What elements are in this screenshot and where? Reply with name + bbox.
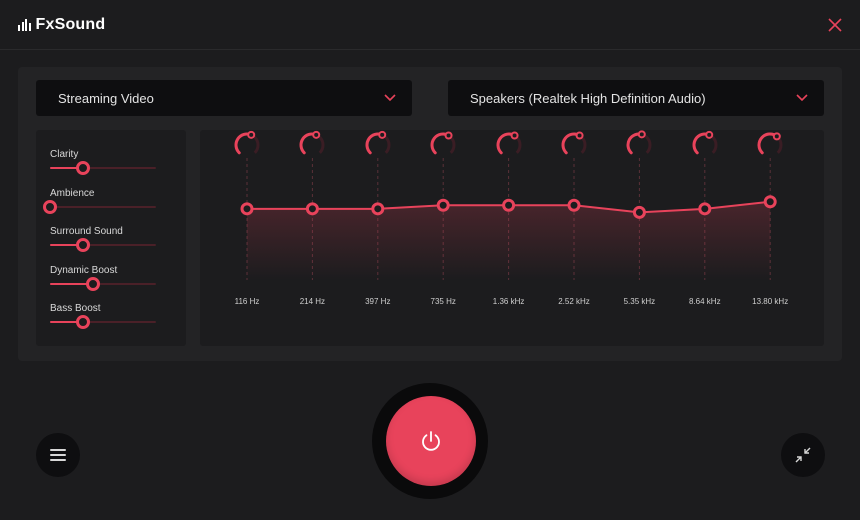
eq-gain-knob[interactable] xyxy=(363,130,393,160)
eq-gain-knob-indicator xyxy=(378,130,387,139)
eq-gain-knob[interactable] xyxy=(690,130,720,160)
effect-slider-handle[interactable] xyxy=(75,315,90,329)
eq-gain-knob[interactable] xyxy=(624,130,654,160)
effect-slider-handle[interactable] xyxy=(43,199,57,214)
chevron-down-icon xyxy=(384,94,396,102)
effect-label: Dynamic Boost xyxy=(50,264,118,276)
eq-frequency-label: 214 Hz xyxy=(299,297,326,306)
effect-slider-ambience: Ambience xyxy=(43,187,158,214)
effect-slider-bass-boost: Bass Boost xyxy=(50,303,158,329)
eq-frequency-label: 2.52 kHz xyxy=(558,297,590,306)
preset-selected-value: Streaming Video xyxy=(58,90,154,106)
eq-gain-knob[interactable] xyxy=(232,130,262,160)
eq-band-handle[interactable] xyxy=(305,202,319,216)
close-button[interactable] xyxy=(826,16,844,34)
chevron-down-icon xyxy=(796,94,808,102)
effect-slider-track[interactable] xyxy=(50,238,156,252)
effect-slider-handle[interactable] xyxy=(86,276,101,291)
eq-gain-knob-indicator xyxy=(444,131,453,140)
eq-frequency-label: 8.64 kHz xyxy=(689,297,721,306)
eq-gain-knob[interactable] xyxy=(297,130,327,160)
effect-label: Ambience xyxy=(50,187,95,199)
effect-label: Bass Boost xyxy=(50,303,101,314)
eq-band-handle[interactable] xyxy=(698,202,712,216)
menu-button[interactable] xyxy=(36,433,80,477)
eq-band-handle[interactable] xyxy=(371,202,385,216)
output-device-selected-value: Speakers (Realtek High Definition Audio) xyxy=(470,90,706,106)
eq-band-handle[interactable] xyxy=(567,198,581,212)
power-icon xyxy=(422,431,440,451)
eq-frequency-label: 397 Hz xyxy=(365,297,391,306)
eq-gain-knob-indicator xyxy=(772,132,781,141)
effect-label: Clarity xyxy=(50,149,79,160)
eq-band-handle[interactable] xyxy=(632,205,646,219)
eq-gain-knob-indicator xyxy=(247,130,256,139)
app-name: FxSound xyxy=(35,16,106,33)
eq-band-handle[interactable] xyxy=(502,198,516,212)
eq-gain-knob-indicator xyxy=(510,131,519,140)
eq-gain-knob[interactable] xyxy=(428,130,458,160)
eq-gain-knob-indicator xyxy=(575,131,584,140)
eq-gain-knob-indicator xyxy=(312,130,321,139)
eq-gain-knob[interactable] xyxy=(559,130,589,160)
effect-slider-track[interactable] xyxy=(50,315,156,329)
eq-gain-knob-indicator xyxy=(705,130,714,139)
effects-panel: Clarity Ambience Surround Sound Dynamic Boo… xyxy=(36,130,186,346)
eq-frequency-label: 735 Hz xyxy=(430,297,456,306)
effect-slider-clarity: Clarity xyxy=(50,149,158,175)
effect-slider-surround-sound: Surround Sound xyxy=(50,226,158,252)
title-bar: FxSound xyxy=(0,0,860,50)
eq-band-handle[interactable] xyxy=(240,202,254,216)
eq-band-handle[interactable] xyxy=(436,198,450,212)
close-x-icon xyxy=(828,18,842,32)
power-button[interactable] xyxy=(386,396,476,486)
compress-arrows-icon xyxy=(795,447,811,463)
eq-frequency-label: 13.80 kHz xyxy=(752,297,789,306)
eq-frequency-label: 5.35 kHz xyxy=(623,297,656,306)
effect-slider-handle[interactable] xyxy=(75,238,90,252)
app-logo: FxSound xyxy=(18,16,105,34)
effect-slider-track[interactable] xyxy=(50,161,156,175)
minimize-view-button[interactable] xyxy=(781,433,825,477)
preset-dropdown[interactable]: Streaming Video xyxy=(36,80,412,116)
eq-frequency-label: 1.36 kHz xyxy=(492,297,525,306)
eq-gain-knob[interactable] xyxy=(494,130,524,160)
equalizer-bars-icon xyxy=(18,19,31,31)
effect-slider-handle[interactable] xyxy=(75,161,90,175)
effect-slider-track[interactable] xyxy=(50,276,156,291)
eq-band-handle[interactable] xyxy=(763,195,777,209)
effect-slider-dynamic-boost: Dynamic Boost xyxy=(50,264,158,291)
effect-slider-track[interactable] xyxy=(43,199,156,214)
eq-frequency-label: 116 Hz xyxy=(234,297,260,306)
eq-curve-fill xyxy=(247,201,771,280)
equalizer-panel: 116 Hz 214 Hz 397 Hz 735 Hz 1.36 kHz 2.52 kHz… xyxy=(200,130,824,346)
eq-gain-knob[interactable] xyxy=(755,130,785,160)
eq-gain-knob-indicator xyxy=(638,130,647,139)
equalizer-graph xyxy=(240,158,777,280)
output-device-dropdown[interactable]: Speakers (Realtek High Definition Audio) xyxy=(448,80,824,116)
effect-label: Surround Sound xyxy=(50,226,123,237)
